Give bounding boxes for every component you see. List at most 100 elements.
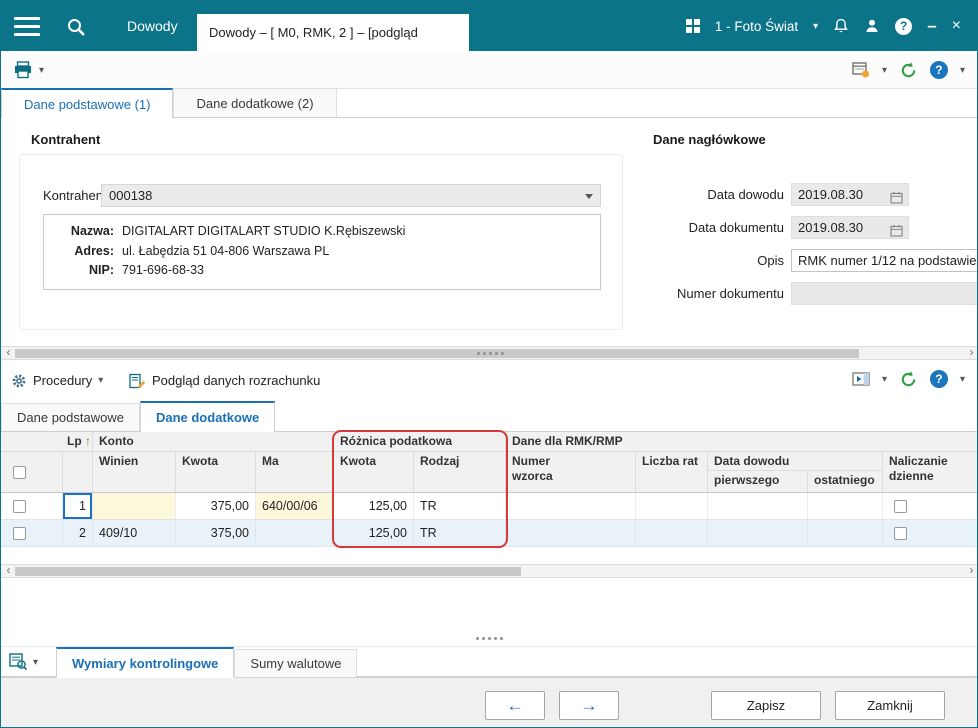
cell-liczba-rat[interactable] [636,520,708,546]
close-icon[interactable]: × [952,17,961,35]
help-circle-icon[interactable]: ? [929,61,948,79]
row-select-checkbox[interactable] [12,526,26,540]
app-window: Dowody Dowody – [ M0, RMK, 2 ] – [podglą… [0,0,978,728]
cell-data-pierwszego[interactable] [708,493,808,519]
scroll-right-icon[interactable]: › [965,564,977,577]
help-circle-icon[interactable]: ? [929,370,948,388]
col-header-kwota-podatkowa[interactable]: Kwota [334,452,414,492]
cell-numer-wzorca[interactable] [506,493,636,519]
organize-view-icon[interactable] [852,62,870,78]
tab-dane-dodatkowe-2[interactable]: Dane dodatkowe (2) [173,88,337,117]
procedury-button[interactable]: Procedury ▾ [11,360,103,401]
notifications-bell-icon[interactable] [833,18,849,35]
table-row-1[interactable]: 1 375,00 640/00/06 125,00 TR [1,493,977,520]
scrollbar-thumb[interactable] [15,567,521,576]
help-chevron-icon[interactable]: ▾ [960,374,965,385]
active-window-tab[interactable]: Dowody – [ M0, RMK, 2 ] – [podgląd [197,14,469,51]
cell-rodzaj[interactable]: TR [414,493,506,519]
cell-rodzaj[interactable]: TR [414,520,506,546]
report-chevron-icon[interactable]: ▾ [33,657,38,668]
naliczanie-checkbox[interactable] [894,526,907,540]
kontrahent-combobox[interactable]: 000138 [101,184,601,207]
splitter-handle[interactable] [1,637,977,640]
print-chevron-icon[interactable]: ▾ [39,65,44,76]
apps-grid-icon[interactable] [685,19,700,33]
user-icon[interactable] [864,18,880,34]
cell-ma[interactable]: 640/00/06 [256,493,334,519]
group-header-konto[interactable]: Konto [93,432,334,452]
prev-record-button[interactable]: ← [485,691,545,720]
cell-kwota[interactable]: 375,00 [176,493,256,519]
cell-numer-wzorca[interactable] [506,520,636,546]
cell-lp[interactable]: 2 [63,520,93,546]
col-header-pierwszego[interactable]: pierwszego [708,471,808,492]
report-magnifier-icon[interactable] [9,653,28,671]
col-header-data-dowodu[interactable]: Data dowodu [708,452,883,471]
col-header-naliczanie-dzienne[interactable]: Naliczanie dzienne [883,452,977,492]
help-icon[interactable]: ? [895,17,913,35]
cell-winien[interactable] [93,493,176,519]
cell-data-ostatniego[interactable] [808,520,883,546]
col-header-ostatniego[interactable]: ostatniego [808,471,883,492]
naliczanie-checkbox[interactable] [894,499,907,513]
footer-bar: ← → Zapisz Zamknij [1,677,977,727]
minimize-icon[interactable]: – [927,16,936,36]
header-panel: Kontrahent Kontrahent 000138 Nazwa: DIGI… [1,118,977,346]
group-header-dane-rmk[interactable]: Dane dla RMK/RMP [506,432,977,452]
cell-data-ostatniego[interactable] [808,493,883,519]
dock-panel-chevron-icon[interactable]: ▾ [882,374,887,385]
save-button[interactable]: Zapisz [711,691,821,720]
cell-ma[interactable] [256,520,334,546]
search-icon[interactable] [59,14,93,40]
close-button[interactable]: Zamknij [835,691,945,720]
horizontal-scrollbar-top: ‹ › [1,346,977,360]
opis-field[interactable]: RMK numer 1/12 na podstawie [791,249,977,272]
company-selector[interactable]: 1 - Foto Świat [715,19,798,34]
help-chevron-icon[interactable]: ▾ [960,65,965,76]
splitter-handle[interactable] [1,347,977,360]
cell-lp[interactable]: 1 [63,493,93,519]
tab-wymiary-kontrolingowe[interactable]: Wymiary kontrolingowe [56,647,235,678]
select-all-checkbox[interactable] [12,465,26,479]
row-select-cell [1,520,37,546]
refresh-icon[interactable] [899,370,918,389]
organize-view-chevron-icon[interactable]: ▾ [882,65,887,76]
cell-kwota-podatkowa[interactable]: 125,00 [334,493,414,519]
col-header-lp[interactable]: Lp ↑ [63,432,93,452]
col-header-numer-wzorca[interactable]: Numer wzorca [506,452,636,492]
print-icon[interactable] [13,61,33,79]
podglad-rozrachunku-button[interactable]: Podgląd danych rozrachunku [129,360,320,401]
row-select-checkbox[interactable] [12,499,26,513]
nazwa-value: DIGITALART DIGITALART STUDIO K.Rębiszews… [122,224,406,238]
cell-kwota[interactable]: 375,00 [176,520,256,546]
col-header-ma[interactable]: Ma [256,452,334,492]
calendar-icon[interactable] [890,222,903,238]
table-row-2[interactable]: 2 409/10 375,00 125,00 TR [1,520,977,547]
next-record-button[interactable]: → [559,691,619,720]
company-chevron-icon[interactable]: ▾ [813,21,818,32]
menu-icon[interactable] [1,1,53,51]
tab-dane-podstawowe[interactable]: Dane podstawowe [1,403,140,431]
dock-panel-icon[interactable] [852,372,870,386]
scroll-left-icon[interactable]: ‹ [2,564,15,577]
refresh-icon[interactable] [899,61,918,80]
col-header-liczba-rat[interactable]: Liczba rat [636,452,708,492]
data-dowodu-field[interactable]: 2019.08.30 [791,183,909,206]
col-header-rodzaj[interactable]: Rodzaj [414,452,506,492]
data-dokumentu-field[interactable]: 2019.08.30 [791,216,909,239]
calendar-icon[interactable] [890,189,903,205]
tab-sumy-walutowe[interactable]: Sumy walutowe [234,649,358,677]
app-tab-dowody[interactable]: Dowody [113,1,192,51]
kontrahent-group-title: Kontrahent [31,132,101,147]
tab-dane-podstawowe-1[interactable]: Dane podstawowe (1) [1,88,174,118]
numer-dokumentu-field[interactable] [791,282,977,305]
nip-value: 791-696-68-33 [122,263,205,278]
cell-data-pierwszego[interactable] [708,520,808,546]
tab-dane-dodatkowe[interactable]: Dane dodatkowe [139,401,276,432]
cell-kwota-podatkowa[interactable]: 125,00 [334,520,414,546]
col-header-winien[interactable]: Winien [93,452,176,492]
cell-liczba-rat[interactable] [636,493,708,519]
col-header-kwota[interactable]: Kwota [176,452,256,492]
group-header-roznica-podatkowa[interactable]: Różnica podatkowa [334,432,506,452]
cell-winien[interactable]: 409/10 [93,520,176,546]
